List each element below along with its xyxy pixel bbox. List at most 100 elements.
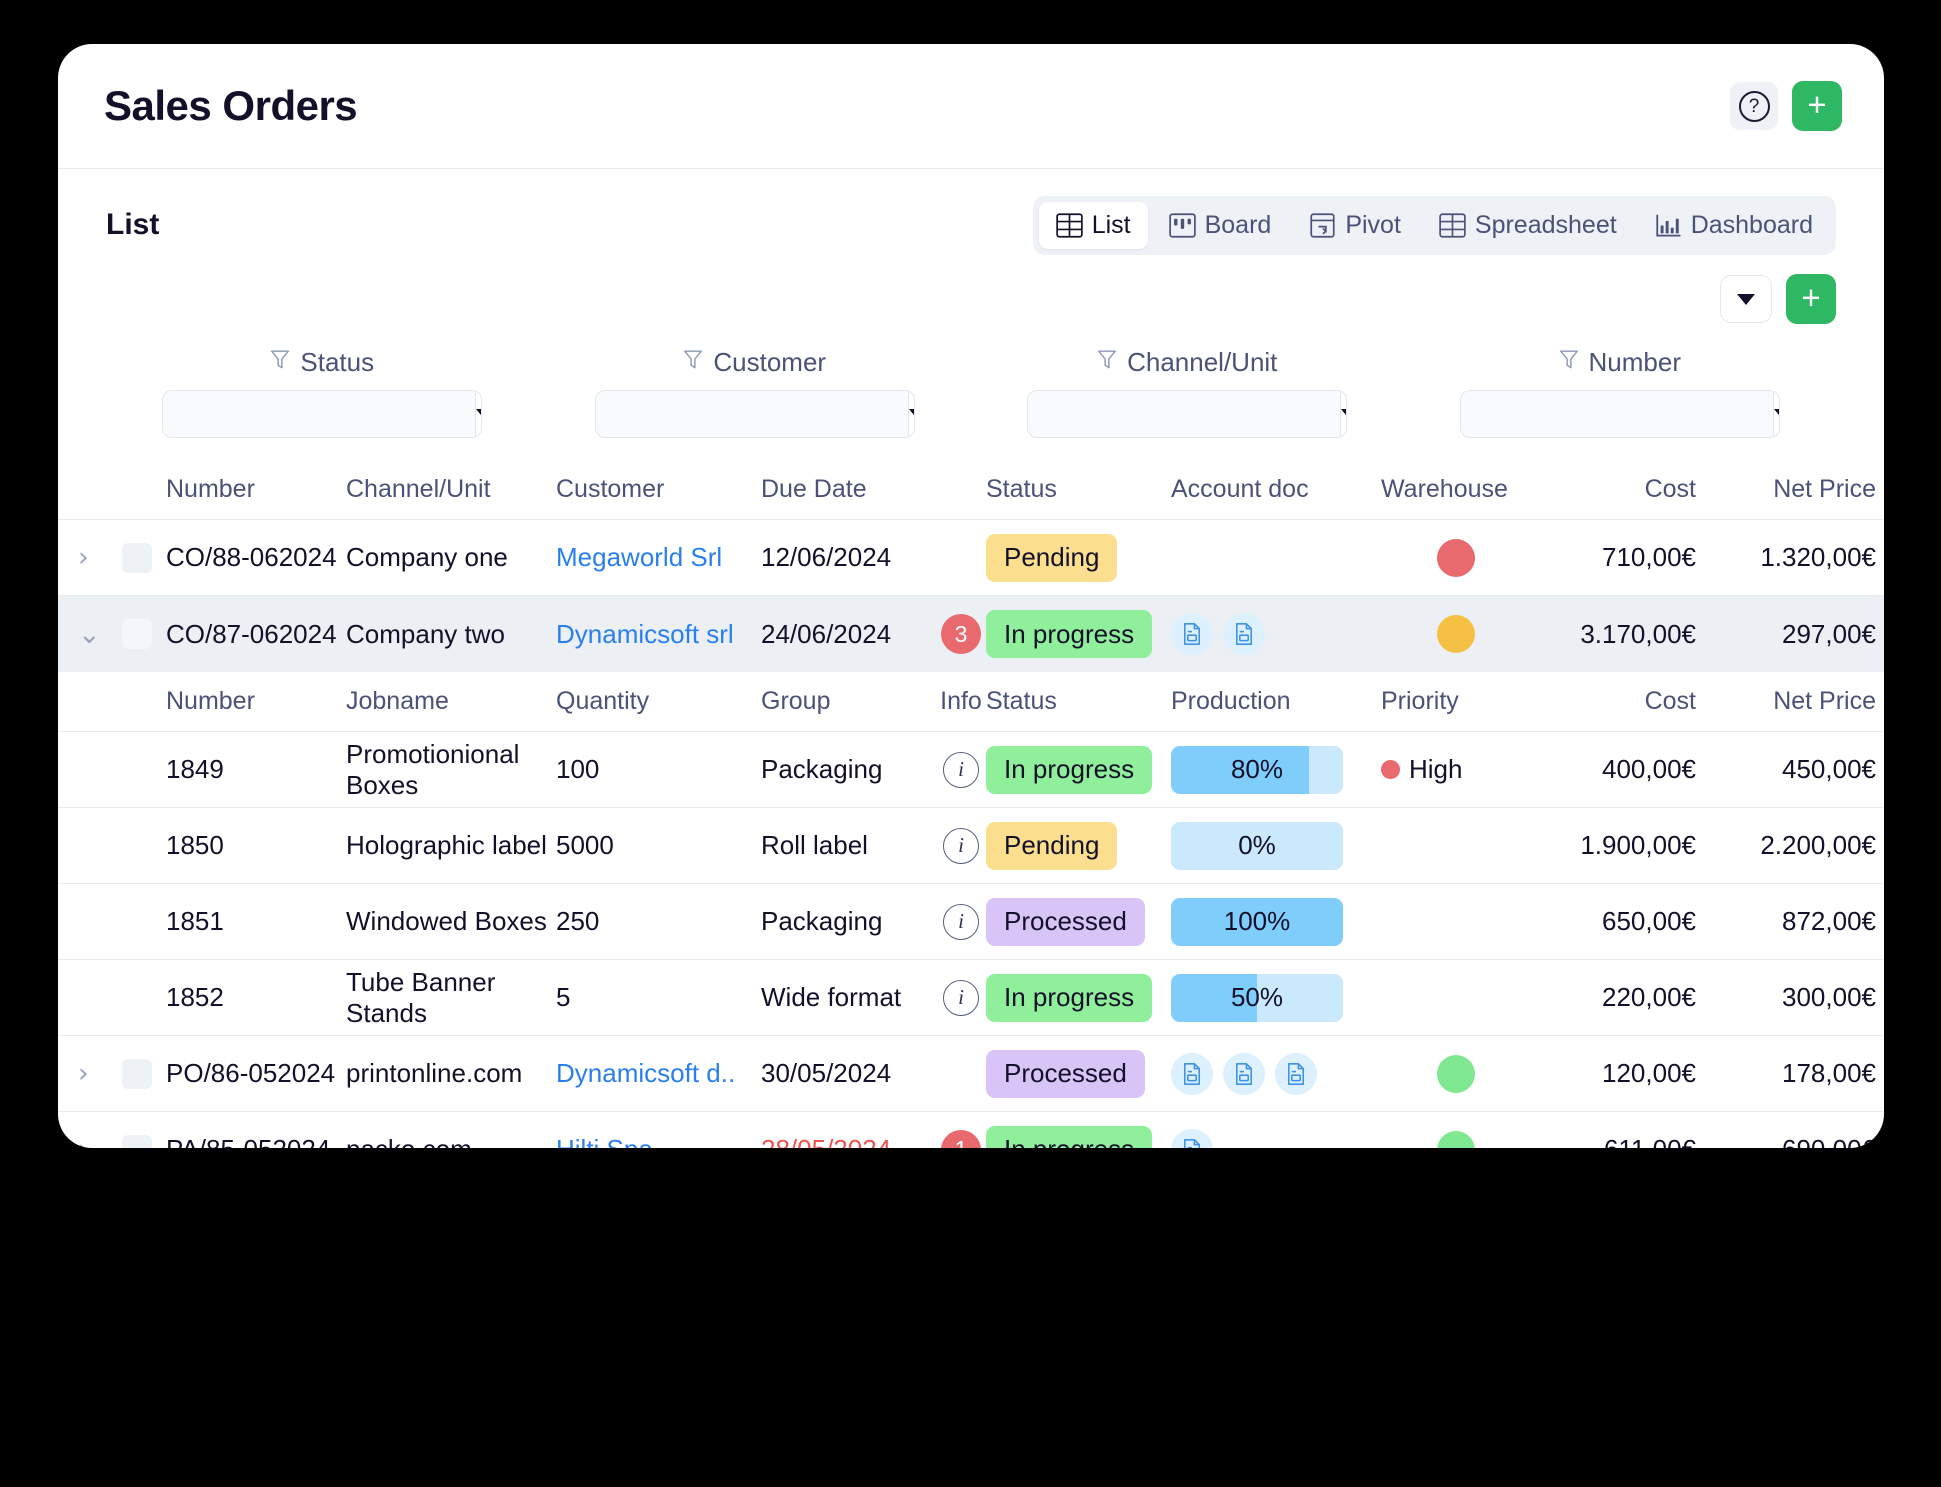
filter-customer-label: Customer <box>683 347 826 378</box>
sub-table-row[interactable]: 1851 Windowed Boxes 250 Packaging i Proc… <box>58 884 1884 960</box>
info-icon[interactable]: i <box>943 979 979 1016</box>
row-checkbox[interactable] <box>108 542 166 573</box>
chevron-right-icon: › <box>78 542 89 573</box>
tab-dashboard[interactable]: Dashboard <box>1638 202 1830 249</box>
filter-customer-dropdown-button[interactable] <box>907 391 914 437</box>
sub-column-header-group[interactable]: Group <box>761 687 936 716</box>
sub-column-header-priority[interactable]: Priority <box>1381 687 1531 716</box>
cell-warehouse <box>1381 615 1531 653</box>
sub-cell-info[interactable]: i <box>936 827 986 864</box>
filter-status-control <box>162 390 483 438</box>
sub-cell-cost: 1.900,00€ <box>1580 830 1696 860</box>
column-header-status[interactable]: Status <box>986 475 1171 504</box>
column-header-due-date[interactable]: Due Date <box>761 475 936 504</box>
cell-customer-link[interactable]: Hilti Spa <box>556 1134 761 1148</box>
document-icon[interactable] <box>1171 1128 1213 1148</box>
cell-customer-link[interactable]: Dynamicsoft d.. <box>556 1058 761 1089</box>
filter-customer-input[interactable] <box>595 391 908 437</box>
sub-column-header-status[interactable]: Status <box>986 687 1171 716</box>
row-expander[interactable]: › <box>58 1060 108 1087</box>
row-checkbox[interactable] <box>108 619 166 649</box>
row-checkbox[interactable] <box>108 1058 166 1089</box>
funnel-icon <box>1559 347 1579 378</box>
toolbar-add-button[interactable]: + <box>1786 274 1836 324</box>
column-header-account-doc[interactable]: Account doc <box>1171 475 1381 504</box>
row-menu[interactable] <box>1876 1050 1884 1098</box>
plus-icon: + <box>1807 86 1827 123</box>
filter-channel-unit-text: Channel/Unit <box>1127 347 1278 377</box>
column-header-channel[interactable]: Channel/Unit <box>346 475 556 504</box>
sub-table-row[interactable]: 1850 Holographic label 5000 Roll label i… <box>58 808 1884 884</box>
sub-column-header-number[interactable]: Number <box>166 687 346 716</box>
column-header-cost[interactable]: Cost <box>1531 475 1696 504</box>
table-row[interactable]: › PA/85-052024 packo.com Hilti Spa 28/05… <box>58 1112 1884 1148</box>
row-checkbox[interactable] <box>108 1134 166 1148</box>
cell-customer-link[interactable]: Dynamicsoft srl <box>556 619 761 650</box>
filter-number-input[interactable] <box>1460 391 1773 437</box>
tab-pivot-label: Pivot <box>1345 210 1401 239</box>
table-row[interactable]: ⌄ CO/87-062024 Company two Dynamicsoft s… <box>58 596 1884 672</box>
production-progress-bar[interactable]: 100% <box>1171 897 1343 946</box>
sub-cell-quantity: 5 <box>556 982 571 1012</box>
info-icon[interactable]: i <box>943 827 979 864</box>
filter-status-dropdown-button[interactable] <box>475 391 482 437</box>
production-progress-bar[interactable]: 0% <box>1171 821 1343 870</box>
sub-cell-info[interactable]: i <box>936 979 986 1016</box>
filter-channel-unit-input[interactable] <box>1028 391 1341 437</box>
toolbar-options-button[interactable] <box>1720 275 1772 323</box>
row-expander[interactable]: ⌄ <box>58 621 108 648</box>
sub-row-menu[interactable] <box>1876 746 1884 794</box>
sub-cell-jobname: Promotionional Boxes <box>346 738 520 800</box>
help-button[interactable]: ? <box>1730 82 1778 130</box>
info-icon[interactable]: i <box>943 751 979 788</box>
sub-table-row[interactable]: 1852 Tube Banner Stands 5 Wide format i … <box>58 960 1884 1036</box>
table-row[interactable]: › PO/86-052024 printonline.com Dynamicso… <box>58 1036 1884 1112</box>
document-icon[interactable] <box>1223 1052 1265 1095</box>
sub-column-header-production[interactable]: Production <box>1171 687 1381 716</box>
column-header-number[interactable]: Number <box>166 475 346 504</box>
filter-status-input[interactable] <box>163 391 476 437</box>
document-icon[interactable] <box>1171 613 1213 655</box>
filter-number-dropdown-button[interactable] <box>1772 391 1779 437</box>
sub-cell-info[interactable]: i <box>936 903 986 940</box>
production-progress-bar[interactable]: 80% <box>1171 745 1343 794</box>
row-expander[interactable]: › <box>58 544 108 571</box>
tab-list[interactable]: List <box>1038 201 1148 249</box>
sub-row-menu[interactable] <box>1876 898 1884 946</box>
sub-column-header-info[interactable]: Info <box>936 687 986 716</box>
doc-icon-list <box>1171 1052 1317 1095</box>
production-progress-bar[interactable]: 50% <box>1171 973 1343 1022</box>
sub-row-menu[interactable] <box>1876 974 1884 1022</box>
sub-cell-group: Roll label <box>761 830 868 860</box>
cell-customer-link[interactable]: Megaworld Srl <box>556 542 761 573</box>
cell-cost: 3.170,00€ <box>1580 618 1696 649</box>
filter-status-label: Status <box>270 347 374 378</box>
row-expander[interactable]: › <box>58 1136 108 1148</box>
info-icon[interactable]: i <box>943 903 979 940</box>
tab-board[interactable]: Board <box>1152 202 1289 249</box>
column-header-warehouse[interactable]: Warehouse <box>1381 475 1531 504</box>
sub-column-header-quantity[interactable]: Quantity <box>556 687 761 716</box>
document-icon[interactable] <box>1223 613 1265 655</box>
document-icon[interactable] <box>1275 1052 1317 1095</box>
sub-cell-info[interactable]: i <box>936 751 986 788</box>
create-record-button[interactable]: + <box>1792 81 1842 131</box>
sub-column-header-net-price[interactable]: Net Price <box>1696 687 1876 716</box>
tab-spreadsheet[interactable]: Spreadsheet <box>1422 202 1634 249</box>
column-header-net-price[interactable]: Net Price <box>1696 475 1876 504</box>
sub-column-header-cost[interactable]: Cost <box>1531 687 1696 716</box>
sub-row-menu[interactable] <box>1876 822 1884 870</box>
cell-cost: 120,00€ <box>1602 1058 1696 1088</box>
column-header-customer[interactable]: Customer <box>556 475 761 504</box>
row-menu[interactable] <box>1876 534 1884 582</box>
document-icon[interactable] <box>1171 1052 1213 1095</box>
table-row[interactable]: › CO/88-062024 Company one Megaworld Srl… <box>58 520 1884 596</box>
row-menu[interactable] <box>1876 1126 1884 1149</box>
sub-table-row[interactable]: 1849 Promotionional Boxes 100 Packaging … <box>58 732 1884 808</box>
row-menu[interactable] <box>1876 610 1884 658</box>
tab-pivot[interactable]: Pivot <box>1292 202 1418 249</box>
current-view-label: List <box>106 208 160 241</box>
filter-channel-unit-dropdown-button[interactable] <box>1340 391 1347 437</box>
chevron-down-icon: ⌄ <box>78 618 101 650</box>
sub-column-header-jobname[interactable]: Jobname <box>346 687 556 716</box>
